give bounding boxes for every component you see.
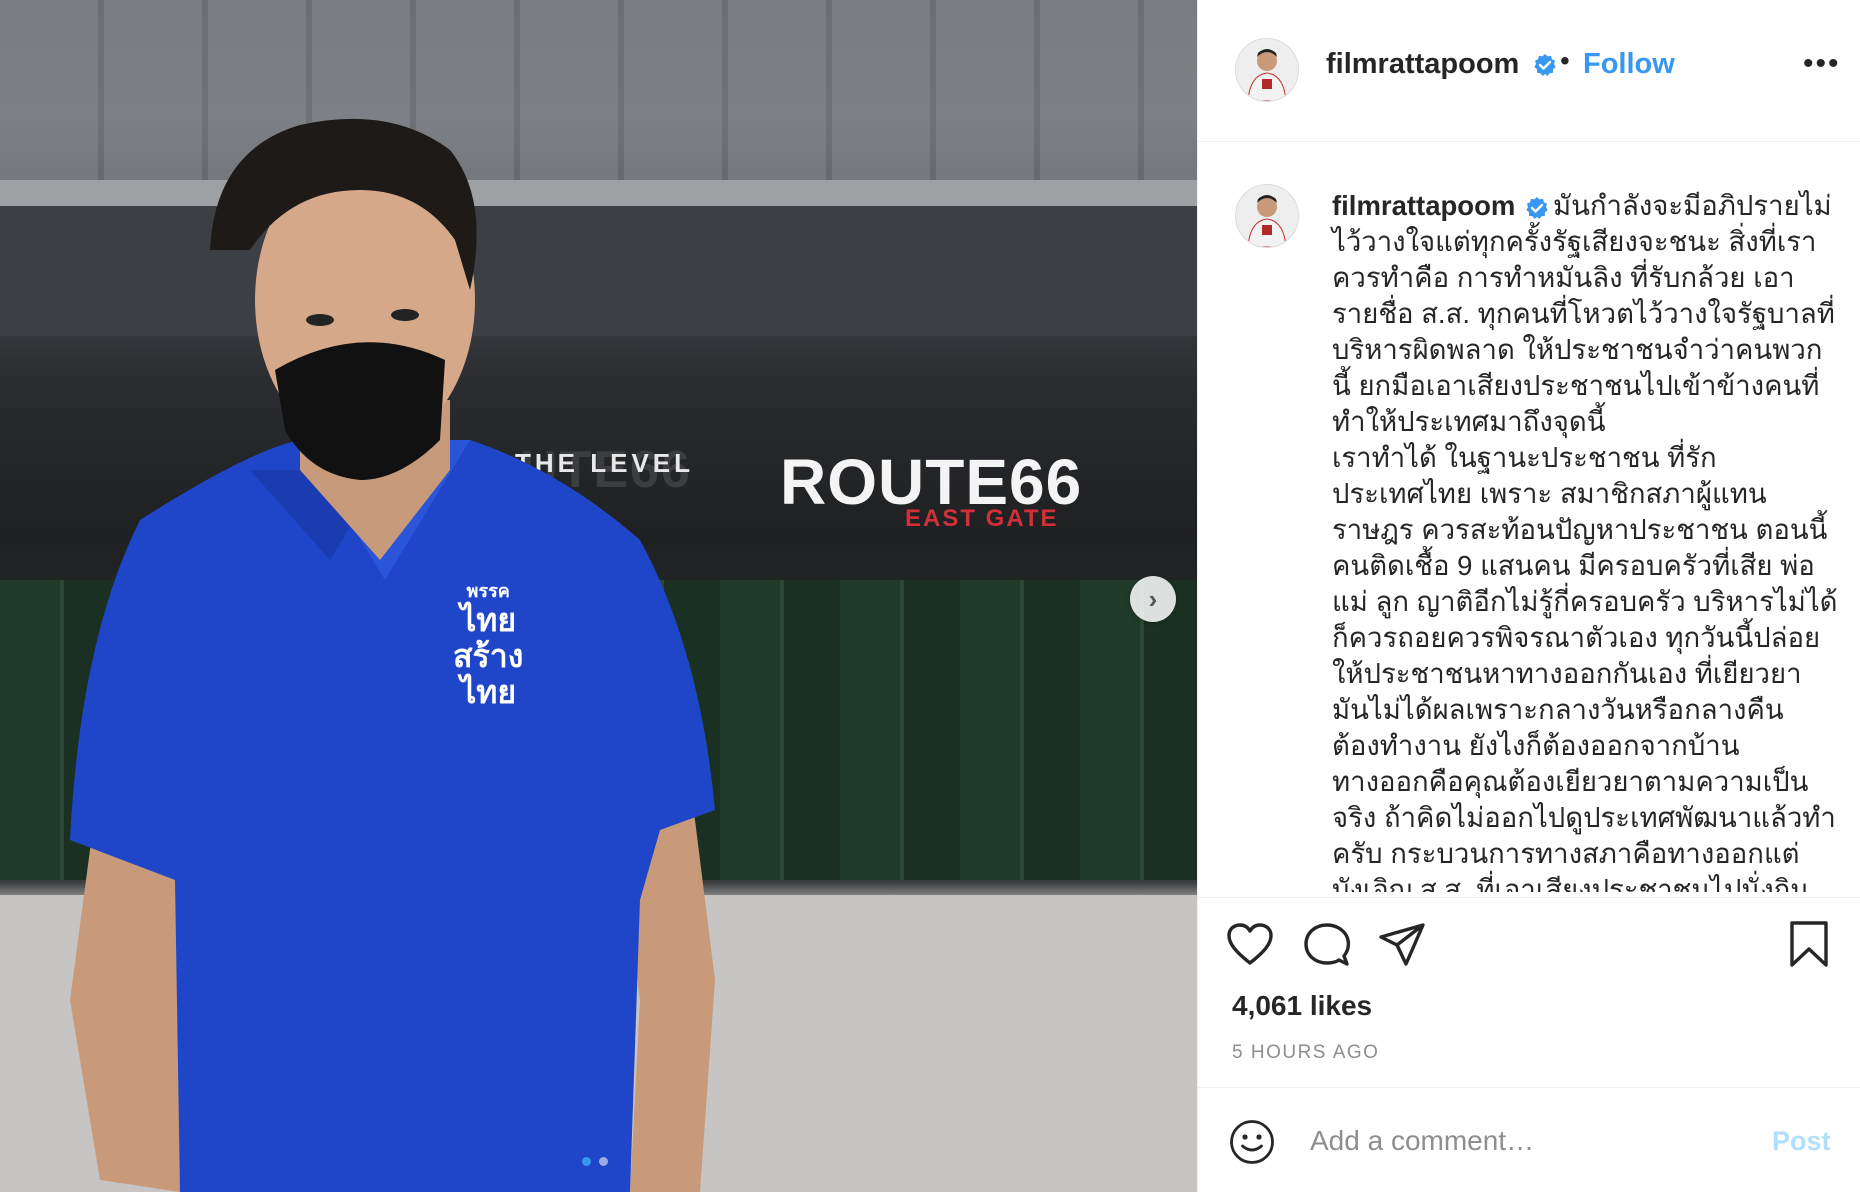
post-side-panel: filmrattapoom • Follow ••• filmrattapoom…: [1197, 0, 1860, 1192]
carousel-dot: [599, 1157, 608, 1166]
caption-avatar[interactable]: [1235, 184, 1299, 248]
likes-count[interactable]: 4,061 likes: [1232, 990, 1372, 1022]
post-comment-button[interactable]: Post: [1772, 1126, 1831, 1157]
caption-username[interactable]: filmrattapoom: [1332, 190, 1515, 221]
caption-body: มันกำลังจะมีอภิปรายไม่ไว้วางใจแต่ทุกครั้…: [1332, 190, 1838, 892]
carousel-dot: [582, 1157, 591, 1166]
shirt-logo-line: ไทย: [460, 602, 517, 638]
avatar-image: [1236, 185, 1298, 247]
avatar[interactable]: [1235, 38, 1299, 102]
shirt-logo: พรรค ไทย สร้าง ไทย: [453, 580, 523, 710]
carousel-indicator: [582, 1157, 608, 1166]
save-bookmark-icon[interactable]: [1788, 920, 1830, 968]
comment-input[interactable]: [1308, 1120, 1752, 1162]
comment-bubble-icon[interactable]: [1303, 922, 1351, 968]
post-photo[interactable]: UTE66 THE LEVEL ROUTE66 EAST GATE พรรค ไ…: [0, 0, 1197, 1192]
header-separator: •: [1560, 45, 1570, 76]
comment-bar: Post: [1198, 1087, 1860, 1193]
verified-badge-icon: [1534, 54, 1557, 77]
shirt-logo-line: พรรค: [466, 581, 510, 601]
person-figure: [70, 118, 715, 1192]
emoji-smiley-icon[interactable]: [1229, 1119, 1275, 1165]
post-timestamp[interactable]: 5 HOURS AGO: [1232, 1042, 1379, 1064]
shirt-logo-line: สร้าง: [453, 638, 524, 674]
next-photo-button[interactable]: ›: [1130, 576, 1176, 622]
follow-button[interactable]: Follow: [1583, 48, 1675, 81]
like-heart-icon[interactable]: [1226, 922, 1274, 966]
more-options-icon[interactable]: •••: [1803, 49, 1841, 79]
header-username[interactable]: filmrattapoom: [1326, 48, 1519, 80]
post-header: filmrattapoom • Follow •••: [1198, 0, 1860, 142]
caption-scroll-area[interactable]: filmrattapoom มันกำลังจะมีอภิปรายไม่ไว้ว…: [1198, 142, 1860, 892]
caption-text: filmrattapoom มันกำลังจะมีอภิปรายไม่ไว้ว…: [1332, 188, 1838, 892]
shirt-logo-line: ไทย: [460, 674, 517, 710]
verified-badge-icon: [1526, 196, 1548, 219]
header-username-row: filmrattapoom: [1326, 48, 1557, 81]
avatar-image: [1236, 39, 1298, 101]
chevron-right-icon: ›: [1148, 583, 1158, 614]
share-send-icon[interactable]: [1378, 922, 1426, 968]
